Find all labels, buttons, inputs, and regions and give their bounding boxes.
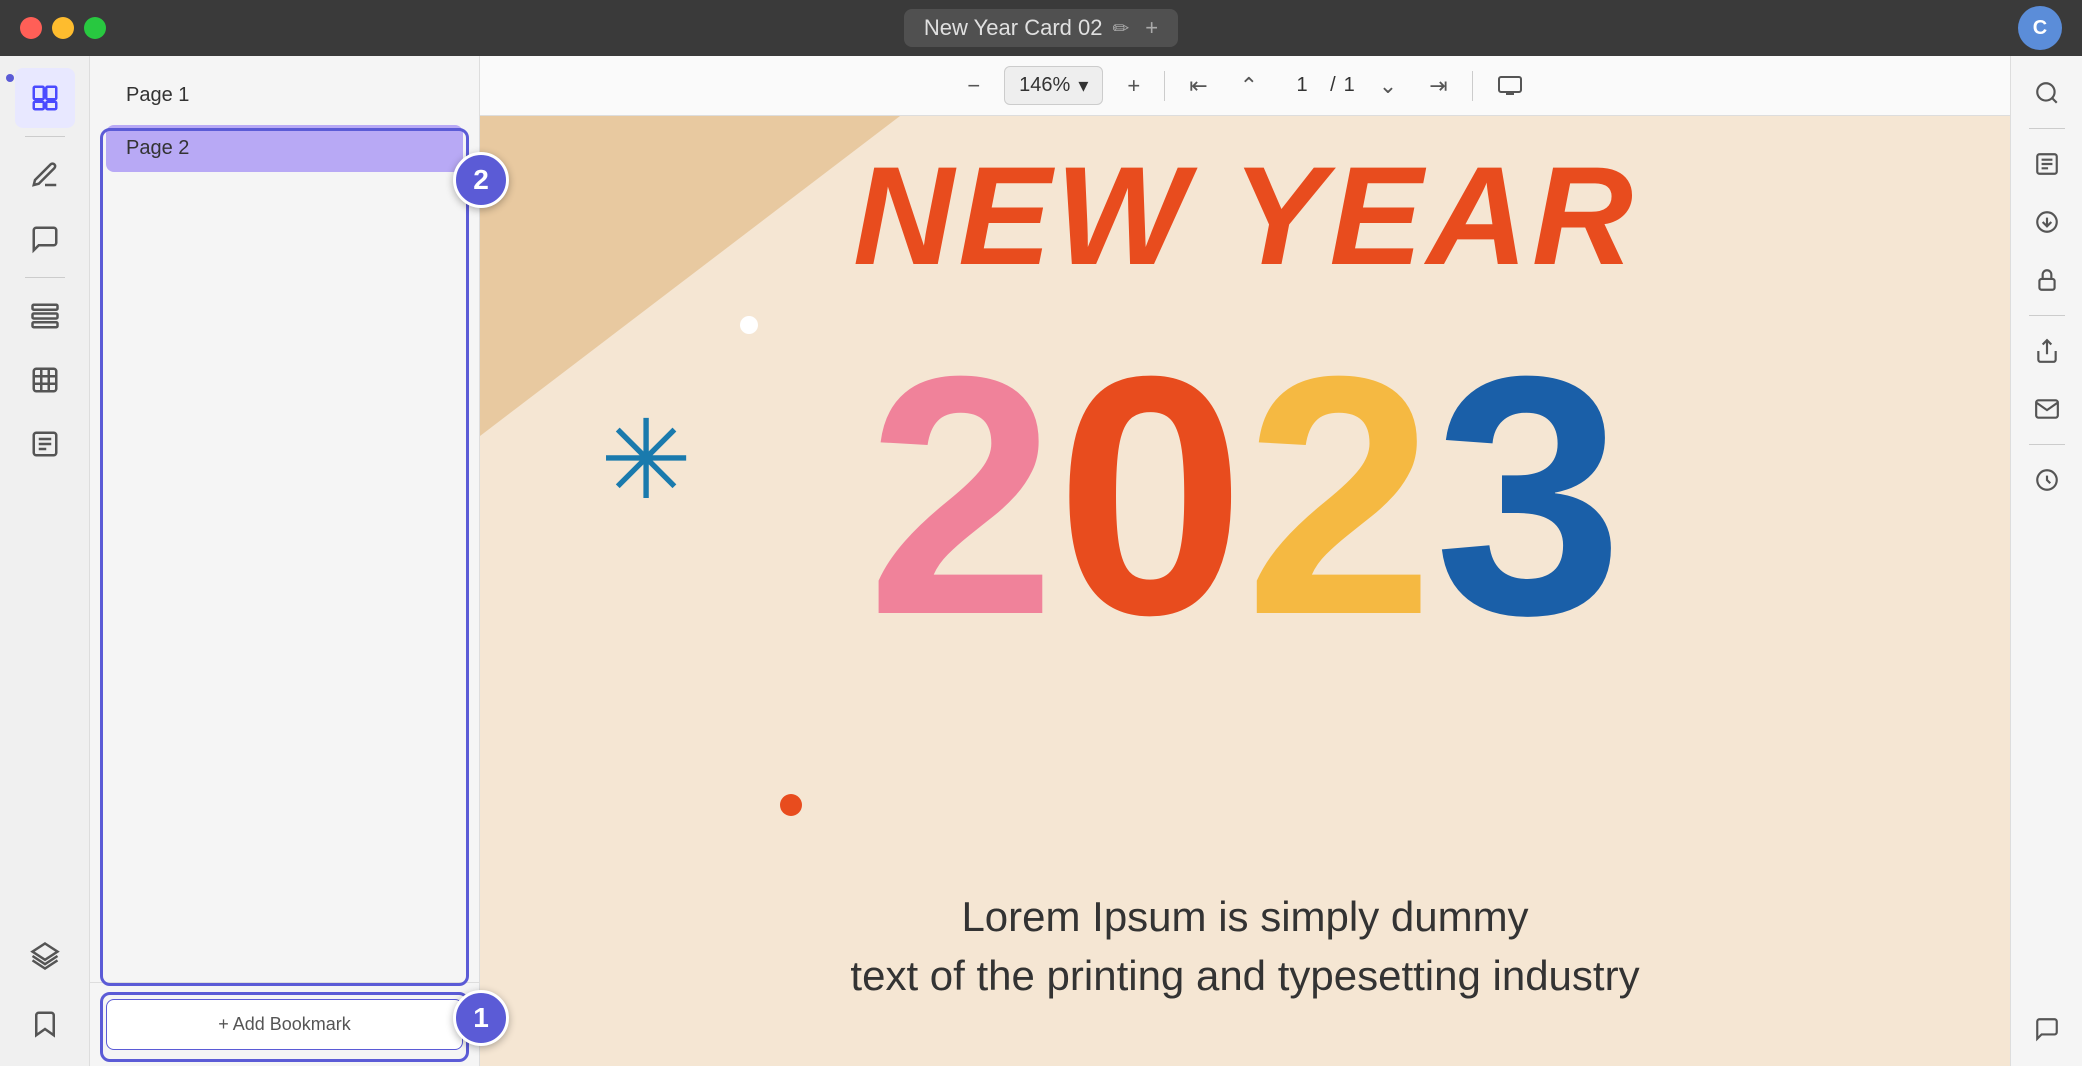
save-button[interactable] — [2020, 453, 2074, 507]
title-area: New Year Card 02 ✏ + — [904, 9, 1178, 47]
extract-button[interactable] — [2020, 195, 2074, 249]
title-bar: New Year Card 02 ✏ + C — [0, 0, 2082, 56]
toolbar-sep-1 — [1164, 71, 1165, 101]
year-display: 2 0 2 3 — [480, 326, 2010, 666]
sidebar-item-forms[interactable] — [15, 414, 75, 474]
right-sidebar — [2010, 56, 2082, 1066]
current-page-input[interactable]: 1 — [1282, 74, 1322, 97]
page-item-2[interactable]: Page 2 — [106, 125, 463, 172]
last-page-button[interactable]: ⇥ — [1421, 67, 1455, 105]
bookmark-section: + Add Bookmark — [90, 982, 479, 1066]
zoom-level: 146% — [1019, 74, 1070, 97]
orange-dot — [780, 794, 802, 816]
avatar[interactable]: C — [2018, 6, 2062, 50]
toolbar: − 146% ▾ + ⇤ ⌃ 1 / 1 ⌄ ⇥ — [480, 56, 2010, 116]
card-canvas: NEW YEAR ✳ 2 0 2 3 Lorem Ipsum is simply… — [480, 116, 2010, 1066]
add-tab-icon[interactable]: + — [1145, 15, 1158, 41]
add-bookmark-button[interactable]: + Add Bookmark — [106, 999, 463, 1050]
right-divider-2 — [2029, 315, 2065, 316]
zoom-display[interactable]: 146% ▾ — [1004, 66, 1103, 105]
canvas-area: NEW YEAR ✳ 2 0 2 3 Lorem Ipsum is simply… — [480, 116, 2010, 1066]
secure-button[interactable] — [2020, 253, 2074, 307]
lorem-text: Lorem Ipsum is simply dummytext of the p… — [480, 888, 2010, 1006]
pages-panel: Page 1 Page 2 + Add Bookmark 2 1 — [90, 56, 480, 1066]
comment-button[interactable] — [2020, 1002, 2074, 1056]
digit-2b: 2 — [1245, 326, 1434, 666]
ocr-button[interactable] — [2020, 137, 2074, 191]
sidebar-item-edit[interactable] — [15, 145, 75, 205]
main-area: Page 1 Page 2 + Add Bookmark 2 1 − 146% … — [0, 56, 2082, 1066]
zoom-out-button[interactable]: − — [959, 67, 988, 105]
page-indicator: 1 / 1 — [1282, 74, 1355, 97]
left-sidebar — [0, 56, 90, 1066]
minimize-button[interactable] — [52, 17, 74, 39]
digit-0: 0 — [1056, 326, 1245, 666]
right-divider-1 — [2029, 128, 2065, 129]
pages-list: Page 1 Page 2 — [90, 56, 479, 982]
sidebar-item-layers[interactable] — [15, 926, 75, 986]
toolbar-sep-2 — [1472, 71, 1473, 101]
sidebar-divider-2 — [25, 277, 65, 278]
digit-3: 3 — [1434, 326, 1623, 666]
maximize-button[interactable] — [84, 17, 106, 39]
sidebar-item-pages[interactable] — [15, 68, 75, 128]
zoom-dropdown-icon: ▾ — [1078, 73, 1088, 98]
sidebar-item-annotate[interactable] — [15, 209, 75, 269]
share-button[interactable] — [2020, 324, 2074, 378]
right-divider-3 — [2029, 444, 2065, 445]
close-button[interactable] — [20, 17, 42, 39]
new-year-title: NEW YEAR — [480, 146, 2010, 286]
digit-2a: 2 — [867, 326, 1056, 666]
first-page-button[interactable]: ⇤ — [1181, 67, 1215, 105]
zoom-in-button[interactable]: + — [1119, 67, 1148, 105]
annotation-badge-1: 1 — [453, 990, 509, 1046]
present-button[interactable] — [1489, 69, 1531, 103]
prev-page-button[interactable]: ⌃ — [1232, 67, 1266, 105]
email-button[interactable] — [2020, 382, 2074, 436]
sidebar-item-bookmark[interactable] — [15, 994, 75, 1054]
page-sep: / — [1330, 74, 1336, 97]
sidebar-divider-1 — [25, 136, 65, 137]
edit-title-icon[interactable]: ✏ — [1112, 16, 1129, 41]
annotation-badge-2: 2 — [453, 152, 509, 208]
next-page-button[interactable]: ⌄ — [1371, 67, 1405, 105]
total-pages: 1 — [1344, 74, 1355, 97]
search-button[interactable] — [2020, 66, 2074, 120]
page-item-1[interactable]: Page 1 — [106, 72, 463, 119]
sidebar-item-redact[interactable] — [15, 350, 75, 410]
window-controls — [20, 17, 106, 39]
active-indicator — [6, 74, 14, 82]
window-title: New Year Card 02 — [924, 15, 1103, 41]
sidebar-item-organize[interactable] — [15, 286, 75, 346]
